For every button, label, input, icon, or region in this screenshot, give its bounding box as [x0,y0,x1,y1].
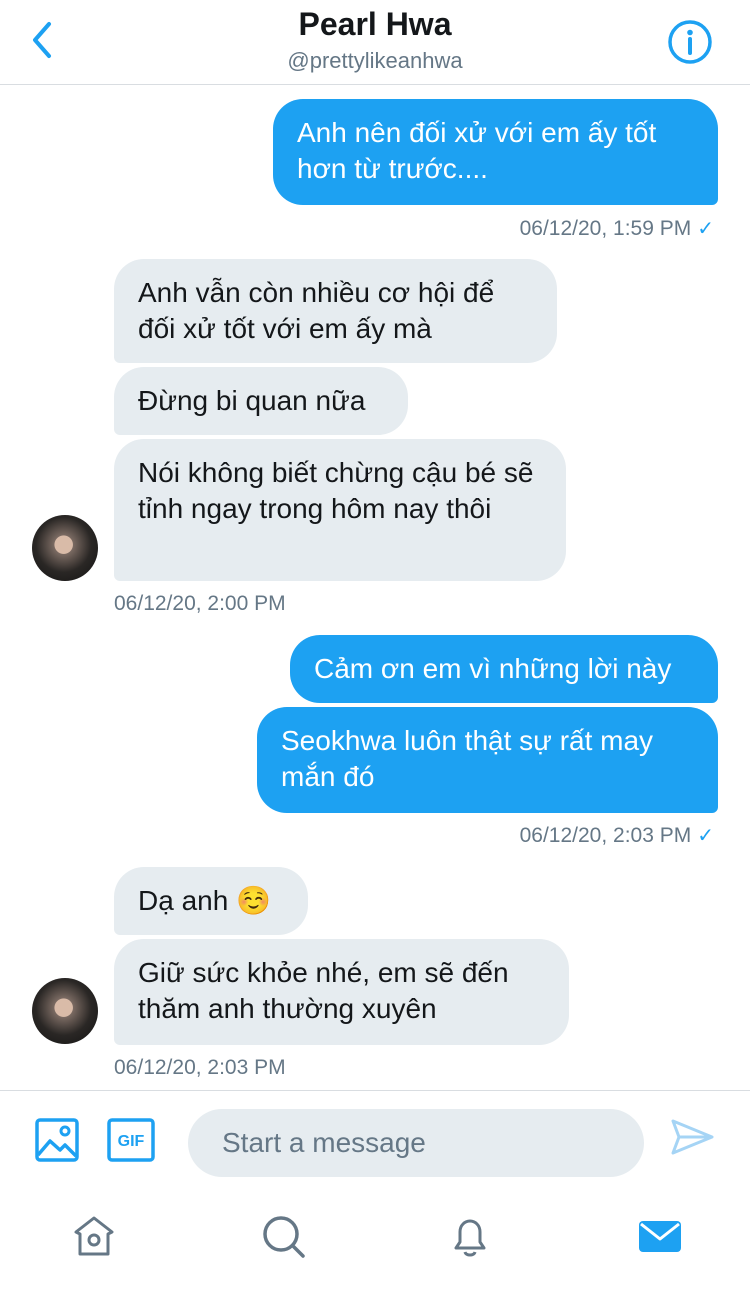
message-input-placeholder: Start a message [222,1127,426,1158]
message-bubble-incoming[interactable]: Đừng bi quan nữa [114,367,408,435]
message-input[interactable]: Start a message [188,1109,644,1177]
info-button[interactable] [666,18,714,66]
message-bubble-outgoing[interactable]: Anh nên đối xử với em ấy tốt hơn từ trướ… [273,99,718,205]
message-bubble-outgoing[interactable]: Cảm ơn em vì những lời này [290,635,718,703]
message-timestamp: 06/12/20, 1:59 PM ✓ [519,217,714,240]
mail-icon [639,1221,681,1252]
search-icon [263,1216,305,1258]
conversation-header: Pearl Hwa @prettylikeanhwa [0,0,750,85]
message-timestamp: 06/12/20, 2:03 PM ✓ [519,824,714,847]
message-timestamp: 06/12/20, 2:00 PM [114,592,286,615]
conversation-handle: @prettylikeanhwa [287,48,463,73]
tab-messages[interactable] [636,1212,684,1260]
gif-button[interactable]: GIF [107,1117,155,1168]
send-icon [671,1119,714,1155]
message-bubble-incoming[interactable]: Anh vẫn còn nhiều cơ hội để đối xử tốt v… [114,259,557,363]
gif-label: GIF [118,1133,145,1150]
tab-notifications[interactable] [446,1212,494,1260]
bell-icon [454,1219,486,1257]
gif-icon: GIF [107,1118,155,1162]
message-timestamp: 06/12/20, 2:03 PM [114,1056,286,1079]
avatar[interactable] [32,978,98,1044]
tab-home[interactable] [70,1212,118,1260]
image-icon [35,1118,79,1162]
tab-search[interactable] [259,1212,307,1260]
home-icon [74,1216,114,1256]
info-icon [668,20,712,64]
message-composer: GIF Start a message [0,1090,750,1195]
message-thread[interactable]: Anh nên đối xử với em ấy tốt hơn từ trướ… [0,86,750,1090]
read-check-icon: ✓ [697,825,714,847]
conversation-title[interactable]: Pearl Hwa [0,6,750,43]
message-bubble-outgoing[interactable]: Seokhwa luôn thật sự rất may mắn đó [257,707,718,813]
avatar[interactable] [32,515,98,581]
message-bubble-incoming[interactable]: Giữ sức khỏe nhé, em sẽ đến thăm anh thư… [114,939,569,1045]
send-button[interactable] [668,1113,716,1161]
add-photo-button[interactable] [34,1117,80,1168]
message-bubble-incoming[interactable]: Dạ anh ☺️ [114,867,308,935]
bottom-tab-bar [0,1196,750,1290]
message-bubble-incoming[interactable]: Nói không biết chừng cậu bé sẽ tỉnh ngay… [114,439,566,581]
read-check-icon: ✓ [697,218,714,240]
